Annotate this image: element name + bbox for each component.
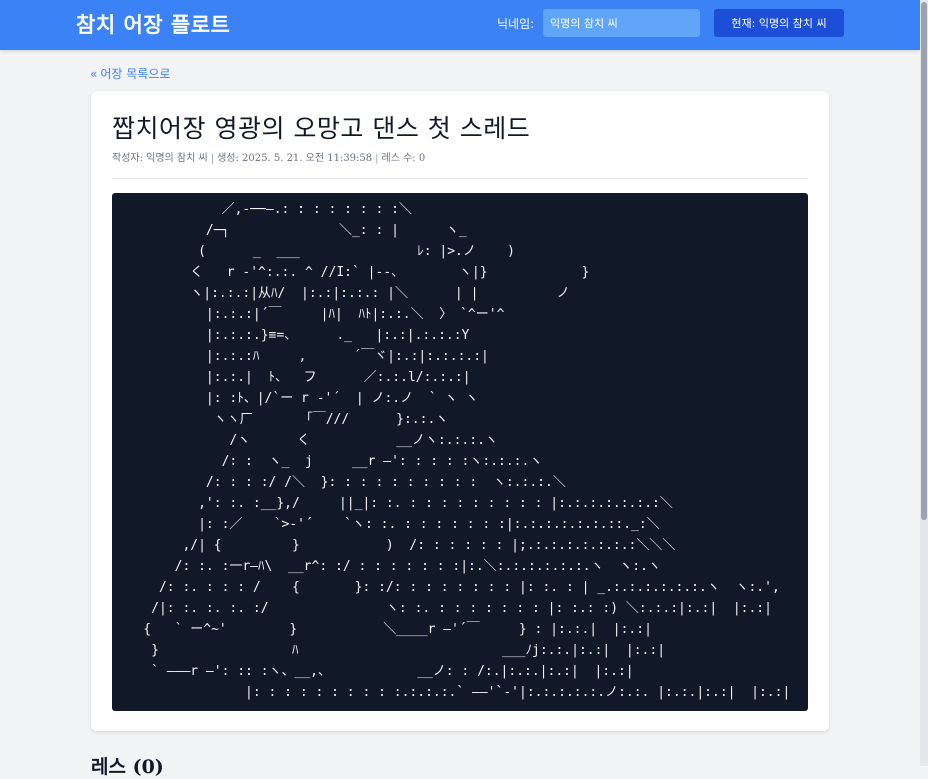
ascii-art-line: /─┐ ＼_: : | ヽ_ [112,223,467,238]
nickname-input[interactable] [543,9,700,37]
chevrons-left-icon: « [90,66,98,81]
ascii-art-line: |: : : : : : : : : :.:.:.:.` ――'`‐'|:.:.… [112,685,791,700]
ascii-art-line: /: : : :/ /＼ }: : : : : : : : : : ヽ:.:.:… [112,475,566,490]
ascii-art-line: |: :／ `>-'´ `ヽ: :. : : : : : : :|:.:.:.:… [112,517,660,532]
ascii-art-line: ` ―――r ―': :: :ヽ、__,、 __ノ: : /:.|:.:.|:.… [112,664,634,679]
ascii-art-line: |:.:.:|´￣ |ﾊ| ﾊﾄ|:.:.＼ 〉 `^ー'^ [112,307,505,322]
meta-reply-count: 레스 수: 0 [381,153,426,164]
thread-meta: 작성자: 익명의 참치 씨 | 생성: 2025. 5. 21. 오전 11:39:… [112,149,425,164]
ascii-art-line: /: : ヽ_ j __r ―': : : : :ヽ:.:.:.ヽ [112,454,543,469]
ascii-art-line: /: :. :一r―ﾊ\ __r^: :/ : : : : : : :|:.＼:… [112,559,661,574]
ascii-art-line: ヽ|:.:.:|从ﾊ/ |:.:|:.:.: |＼ | | ノ [112,286,570,301]
divider [112,178,808,179]
meta-author: 작성자: 익명의 참치 씨 [112,153,208,164]
ascii-art-line: /|: :. :. :. :/ ヽ: :. : : : : : : : |: :… [112,601,772,616]
top-bar: 참치 어장 플로트 닉네임: 현재: 익명의 참치 씨 [0,0,920,50]
ascii-art-line: ／,-──―.: : : : : : : :＼ [112,202,412,217]
thread-title: 짭치어장 영광의 오망고 댄스 첫 스레드 [112,114,531,143]
thread-card: 짭치어장 영광의 오망고 댄스 첫 스레드 작성자: 익명의 참치 씨 | 생성: … [91,91,829,731]
meta-separator: | [375,153,379,164]
back-link-label: 어장 목록으로 [100,67,171,81]
ascii-art-line: く r -'^:.:. ^ //I:` |--、 ヽ|} } [112,265,590,280]
app-title[interactable]: 참치 어장 플로트 [76,9,230,39]
meta-created: 생성: 2025. 5. 21. 오전 11:39:58 [217,153,373,164]
meta-separator: | [210,153,215,164]
ascii-art-line: { ` ー^~' } ＼____r ―'´￣ } : |:.:.| |:.:| [112,622,652,637]
ascii-art-line: } ﾊ ___ﾉj:.:.|:.:| |:.:| [112,643,666,658]
ascii-art-line: ,': :. :__},/ ||_|: :. : : : : : : : : :… [112,496,673,511]
scrollbar-thumb[interactable] [921,2,927,520]
ascii-art-line: |:.:.:.}≡=、 ._ |:.:|.:.:.:Y [112,328,470,343]
ascii-art-line: /ヽ く __ノヽ:.:.:.ヽ [112,433,498,448]
current-nickname-button[interactable]: 현재: 익명의 참치 씨 [714,9,844,37]
ascii-art-line: |:.:.:ﾊ , ´￣ヾ|:.:|:.:.:.:| [112,349,489,364]
nickname-label: 닉네임: [497,17,535,31]
ascii-art-line: |:.:.| ﾄ、 フ ／:.:.l/:.:.:| [112,370,471,385]
ascii-art-block: ／,-──―.: : : : : : : :＼ /─┐ ＼_: : | ヽ_ (… [112,193,808,711]
back-to-list-link[interactable]: « 어장 목록으로 [90,65,170,82]
ascii-art-line: |: :ﾄ、|/`ー r -'´ | ノ:.ノ ` ヽ ヽ [112,391,479,406]
ascii-art-line: /: :. : : : / { }: :/: : : : : : : : |: … [112,580,780,595]
ascii-art-line: ( _ ___ ﾚ: |>.ノ ) [112,244,516,259]
ascii-art-line: ,/| { } ) /: : : : : : |;.:.:.:.:.:.:.:＼… [112,538,676,553]
ascii-art-line: ヽヽ厂 「￣/// }:.:.ヽ [112,412,449,427]
